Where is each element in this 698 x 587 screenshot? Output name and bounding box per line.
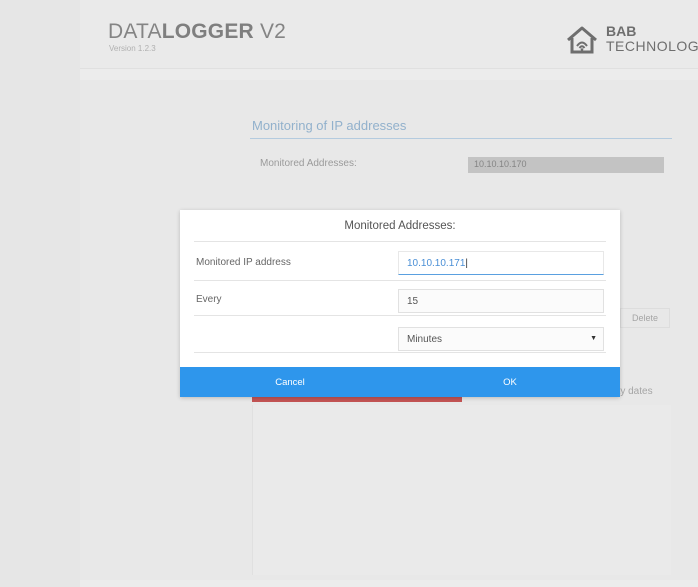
unit-selected-value: Minutes xyxy=(407,333,443,345)
interval-input[interactable]: 15 xyxy=(398,289,604,313)
text-cursor: | xyxy=(465,257,468,269)
dialog-title: Monitored Addresses: xyxy=(344,220,456,232)
dialog-divider xyxy=(194,315,606,316)
cancel-button[interactable]: Cancel xyxy=(180,367,400,397)
ok-button[interactable]: OK xyxy=(400,367,620,397)
ip-address-input[interactable]: 10.10.10.171 | xyxy=(398,251,604,275)
dialog-divider xyxy=(194,280,606,281)
ip-address-label: Monitored IP address xyxy=(196,257,291,268)
interval-value: 15 xyxy=(407,295,419,307)
dialog-divider xyxy=(194,241,606,242)
ip-address-value: 10.10.10.171 xyxy=(407,257,466,269)
monitored-address-dialog: Monitored Addresses: Monitored IP addres… xyxy=(180,210,620,397)
triangle-down-icon: ▼ xyxy=(590,335,597,342)
dialog-button-bar: Cancel OK xyxy=(180,367,620,397)
dialog-divider xyxy=(194,352,606,353)
every-label: Every xyxy=(196,294,222,305)
unit-select[interactable]: Minutes ▼ xyxy=(398,327,604,351)
